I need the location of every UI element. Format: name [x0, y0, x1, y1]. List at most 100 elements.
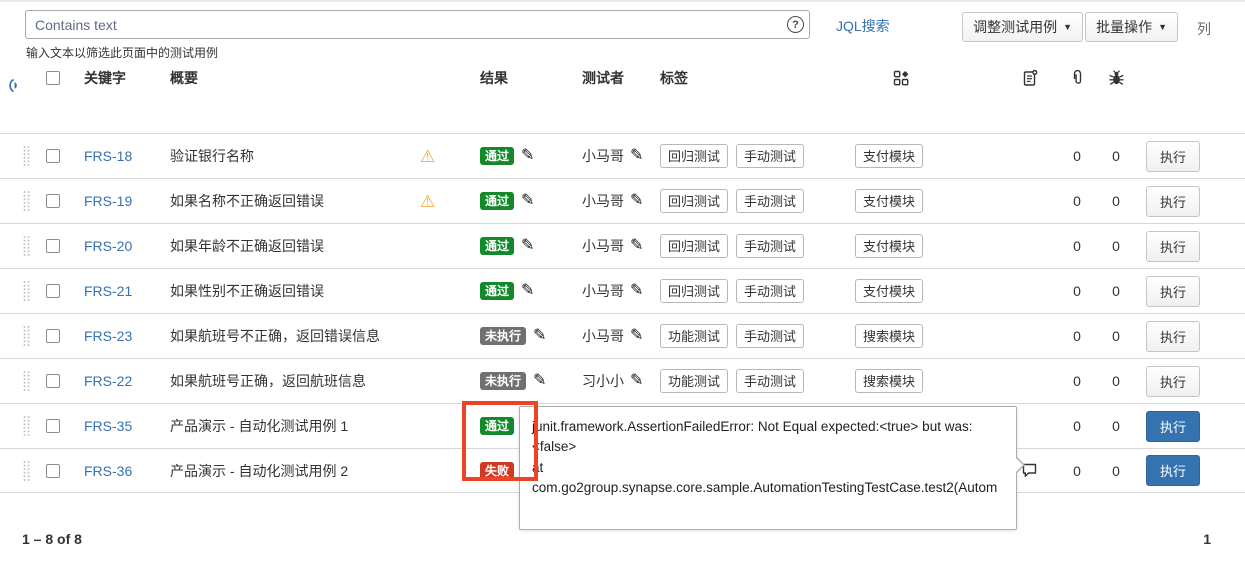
bulk-actions-button[interactable]: 批量操作 ▼	[1085, 12, 1178, 42]
header-summary: 概要	[162, 68, 410, 88]
run-button[interactable]: 执行	[1146, 276, 1200, 307]
error-tooltip: junit.framework.AssertionFailedError: No…	[519, 406, 1017, 530]
edit-tester-icon[interactable]: ✎	[630, 238, 643, 254]
summary-text: 如果名称不正确返回错误	[162, 191, 410, 211]
columns-button[interactable]: 列	[1197, 19, 1211, 39]
drag-handle-icon[interactable]	[22, 370, 31, 392]
select-all-checkbox[interactable]	[46, 71, 60, 85]
edit-result-icon[interactable]: ✎	[521, 193, 534, 209]
page-number[interactable]: 1	[1203, 531, 1211, 547]
run-button[interactable]: 执行	[1146, 186, 1200, 217]
drag-handle-icon[interactable]	[22, 325, 31, 347]
label-tag: 功能测试	[660, 369, 728, 393]
edit-result-icon[interactable]: ✎	[521, 148, 534, 164]
row-checkbox[interactable]	[46, 284, 60, 298]
edit-result-icon[interactable]: ✎	[521, 238, 534, 254]
issue-key-link[interactable]: FRS-18	[84, 148, 132, 164]
module-tag: 支付模块	[855, 279, 923, 303]
tester-name: 习小小	[582, 371, 624, 391]
edit-tester-icon[interactable]: ✎	[630, 328, 643, 344]
drag-cell	[22, 370, 46, 392]
row-checkbox[interactable]	[46, 239, 60, 253]
row-checkbox[interactable]	[46, 419, 60, 433]
issue-key-link[interactable]: FRS-36	[84, 463, 132, 479]
issue-key-link[interactable]: FRS-23	[84, 328, 132, 344]
label-tag: 回归测试	[660, 189, 728, 213]
adjust-testcase-label: 调整测试用例	[973, 17, 1057, 37]
result-badge: 通过	[480, 417, 514, 435]
module-tag: 搜索模块	[855, 324, 923, 348]
run-button[interactable]: 执行	[1146, 141, 1200, 172]
label-tag: 手动测试	[736, 369, 804, 393]
attachment-count: 0	[1058, 373, 1096, 389]
drag-handle-icon[interactable]	[22, 235, 31, 257]
jql-search-link[interactable]: JQL搜索	[836, 16, 890, 36]
label-tag: 回归测试	[660, 234, 728, 258]
module-tag: 支付模块	[855, 144, 923, 168]
run-button[interactable]: 执行	[1146, 231, 1200, 262]
drag-handle-icon[interactable]	[22, 460, 31, 482]
tester-name: 小马哥	[582, 281, 624, 301]
defect-count: 0	[1096, 463, 1136, 479]
attachment-count: 0	[1058, 193, 1096, 209]
help-icon[interactable]: ?	[787, 16, 804, 33]
result-badge: 通过	[480, 237, 514, 255]
labels-cell: 回归测试手动测试	[650, 279, 845, 303]
issue-key-link[interactable]: FRS-35	[84, 418, 132, 434]
table-row: FRS-18 验证银行名称 ⚠ 通过 ✎ 小马哥 ✎ 回归测试手动测试 支付模块…	[0, 133, 1245, 178]
header-components	[845, 70, 1000, 87]
run-button[interactable]: 执行	[1146, 411, 1200, 442]
edit-tester-icon[interactable]: ✎	[630, 283, 643, 299]
edit-result-icon[interactable]: ✎	[533, 328, 546, 344]
edit-tester-icon[interactable]: ✎	[630, 373, 643, 389]
edit-tester-icon[interactable]: ✎	[630, 193, 643, 209]
drag-cell	[22, 415, 46, 437]
issue-key-link[interactable]: FRS-19	[84, 193, 132, 209]
run-button[interactable]: 执行	[1146, 366, 1200, 397]
result-badge: 未执行	[480, 327, 526, 345]
row-checkbox[interactable]	[46, 464, 60, 478]
checkbox-cell	[46, 194, 76, 208]
module-cell: 搜索模块	[845, 369, 1000, 393]
select-all-cell	[46, 71, 76, 85]
adjust-testcase-button[interactable]: 调整测试用例 ▼	[962, 12, 1083, 42]
header-notes	[1000, 69, 1058, 87]
defect-count: 0	[1096, 148, 1136, 164]
row-checkbox[interactable]	[46, 194, 60, 208]
edit-result-icon[interactable]: ✎	[521, 283, 534, 299]
summary-text: 如果航班号正确，返回航班信息	[162, 371, 410, 391]
issue-key-link[interactable]: FRS-22	[84, 373, 132, 389]
defect-count: 0	[1096, 328, 1136, 344]
warning-icon: ⚠	[420, 148, 435, 165]
run-button[interactable]: 执行	[1146, 321, 1200, 352]
drag-handle-icon[interactable]	[22, 145, 31, 167]
search-input[interactable]	[25, 10, 810, 39]
checkbox-cell	[46, 284, 76, 298]
issue-key-link[interactable]: FRS-21	[84, 283, 132, 299]
defect-count: 0	[1096, 238, 1136, 254]
row-checkbox[interactable]	[46, 329, 60, 343]
edit-tester-icon[interactable]: ✎	[630, 148, 643, 164]
module-tag: 支付模块	[855, 234, 923, 258]
issue-key-link[interactable]: FRS-20	[84, 238, 132, 254]
defect-count: 0	[1096, 373, 1136, 389]
label-tag: 功能测试	[660, 324, 728, 348]
edit-result-icon[interactable]: ✎	[533, 373, 546, 389]
result-badge: 通过	[480, 147, 514, 165]
drag-handle-icon[interactable]	[22, 280, 31, 302]
row-checkbox[interactable]	[46, 374, 60, 388]
checkbox-cell	[46, 149, 76, 163]
result-badge: 通过	[480, 192, 514, 210]
row-checkbox[interactable]	[46, 149, 60, 163]
result-range-text: 1 – 8 of 8	[22, 531, 82, 547]
checkbox-cell	[46, 419, 76, 433]
drag-handle-icon[interactable]	[22, 190, 31, 212]
run-button[interactable]: 执行	[1146, 455, 1200, 486]
label-tag: 手动测试	[736, 324, 804, 348]
module-cell: 支付模块	[845, 144, 1000, 168]
defect-count: 0	[1096, 193, 1136, 209]
table-row: FRS-22 如果航班号正确，返回航班信息 ⚠ 未执行 ✎ 习小小 ✎ 功能测试…	[0, 358, 1245, 403]
header-labels: 标签	[650, 68, 845, 88]
defect-count: 0	[1096, 283, 1136, 299]
drag-handle-icon[interactable]	[22, 415, 31, 437]
